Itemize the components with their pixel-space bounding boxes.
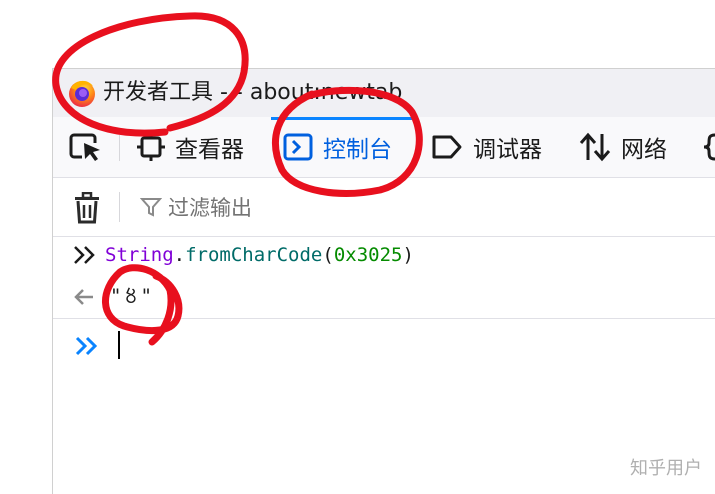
code-argument: 0x3025 <box>333 244 403 266</box>
filter-input[interactable]: 过滤输出 <box>140 192 252 222</box>
code-close-paren: ) <box>402 244 414 266</box>
debugger-icon <box>432 135 462 159</box>
page-background <box>0 0 715 68</box>
title-bar: 开发者工具 - - about:newtab <box>53 69 715 117</box>
tab-network-label: 网络 <box>621 137 667 163</box>
console-icon <box>283 133 313 161</box>
toolbar-separator <box>119 135 120 161</box>
filter-funnel-icon <box>140 198 162 217</box>
console-input-code: String.fromCharCode(0x3025) <box>105 241 414 269</box>
devtools-toolbar: 查看器 控制台 调试器 网络 <box>53 117 715 178</box>
trash-icon[interactable] <box>73 192 101 224</box>
input-chevrons-icon <box>75 336 98 356</box>
code-open-paren: ( <box>322 244 334 266</box>
watermark-text: 知乎用户 <box>630 458 702 479</box>
text-cursor <box>118 331 120 359</box>
tab-inspector-label: 查看器 <box>175 137 244 163</box>
code-dot: . <box>173 244 186 266</box>
tab-debugger[interactable]: 调试器 <box>431 117 542 177</box>
firefox-logo-icon <box>69 80 95 107</box>
tab-debugger-label: 调试器 <box>473 137 542 163</box>
window-title: 开发者工具 - - about:newtab <box>103 80 403 105</box>
filter-placeholder: 过滤输出 <box>168 196 252 220</box>
devtools-window: 开发者工具 - - about:newtab 查看器 控制台 调试器 网络 过滤… <box>52 68 715 494</box>
console-input-line[interactable] <box>53 319 715 369</box>
tab-inspector[interactable]: 查看器 <box>137 117 244 177</box>
console-output-value: "〥" <box>110 285 152 307</box>
console-output-entry: "〥" <box>53 274 715 319</box>
element-picker-button[interactable] <box>69 117 103 177</box>
tab-network[interactable]: 网络 <box>579 117 667 177</box>
input-prompt-icon <box>74 246 95 264</box>
console-input-entry: String.fromCharCode(0x3025) <box>53 237 715 273</box>
console-filter-bar: 过滤输出 <box>53 178 715 237</box>
tab-console-label: 控制台 <box>323 137 392 163</box>
braces-icon <box>703 133 715 161</box>
tab-overflow[interactable] <box>701 117 715 177</box>
result-arrow-icon <box>74 289 93 305</box>
element-picker-icon <box>69 133 100 161</box>
code-object: String <box>105 244 174 266</box>
filter-separator <box>119 192 120 222</box>
network-icon <box>579 132 611 162</box>
code-method: fromCharCode <box>185 244 323 266</box>
inspector-icon <box>137 133 165 161</box>
tab-console[interactable]: 控制台 <box>283 117 392 177</box>
